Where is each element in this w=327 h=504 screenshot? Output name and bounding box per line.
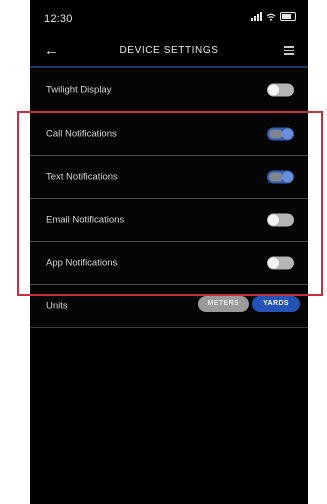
setting-label: App Notifications (46, 257, 118, 269)
twilight-display-toggle[interactable] (267, 83, 294, 97)
text-notifications-toggle[interactable] (267, 170, 294, 184)
email-notifications-toggle[interactable] (267, 213, 294, 227)
setting-row-call-notifications: Call Notifications (30, 113, 308, 156)
status-bar: 12:30 (30, 0, 308, 40)
setting-row-text-notifications: Text Notifications (30, 156, 308, 199)
call-notifications-toggle[interactable] (267, 127, 294, 141)
setting-label: Twilight Display (46, 84, 112, 96)
signal-icon (251, 12, 262, 21)
setting-row-twilight-display: Twilight Display (30, 68, 308, 113)
setting-label: Email Notifications (46, 214, 125, 226)
units-yards-button[interactable]: YARDS (252, 296, 300, 312)
settings-list: Twilight Display Call Notifications Text… (30, 68, 308, 328)
app-notifications-toggle[interactable] (267, 256, 294, 270)
wifi-icon (266, 13, 276, 21)
toggle-knob (282, 171, 293, 183)
setting-label: Text Notifications (46, 171, 118, 183)
setting-row-app-notifications: App Notifications (30, 242, 308, 285)
toggle-knob (268, 84, 279, 96)
app-header: ← DEVICE SETTINGS (30, 40, 308, 68)
setting-label: Call Notifications (46, 128, 117, 140)
toggle-knob (268, 214, 279, 226)
units-meters-button[interactable]: METERS (197, 296, 250, 312)
battery-icon (280, 12, 296, 21)
status-time: 12:30 (44, 13, 73, 25)
status-icons (251, 12, 296, 21)
units-label: Units (46, 300, 68, 312)
phone-screen: 12:30 ← DEVICE SETTINGS Twilight Display… (30, 0, 308, 504)
setting-row-units: Units METERS YARDS (30, 285, 308, 328)
units-segmented-control: METERS YARDS (197, 296, 300, 312)
toggle-knob (268, 257, 279, 269)
hamburger-menu-icon[interactable] (284, 46, 294, 55)
setting-row-email-notifications: Email Notifications (30, 199, 308, 242)
page-title: DEVICE SETTINGS (119, 45, 219, 56)
toggle-knob (282, 128, 293, 140)
